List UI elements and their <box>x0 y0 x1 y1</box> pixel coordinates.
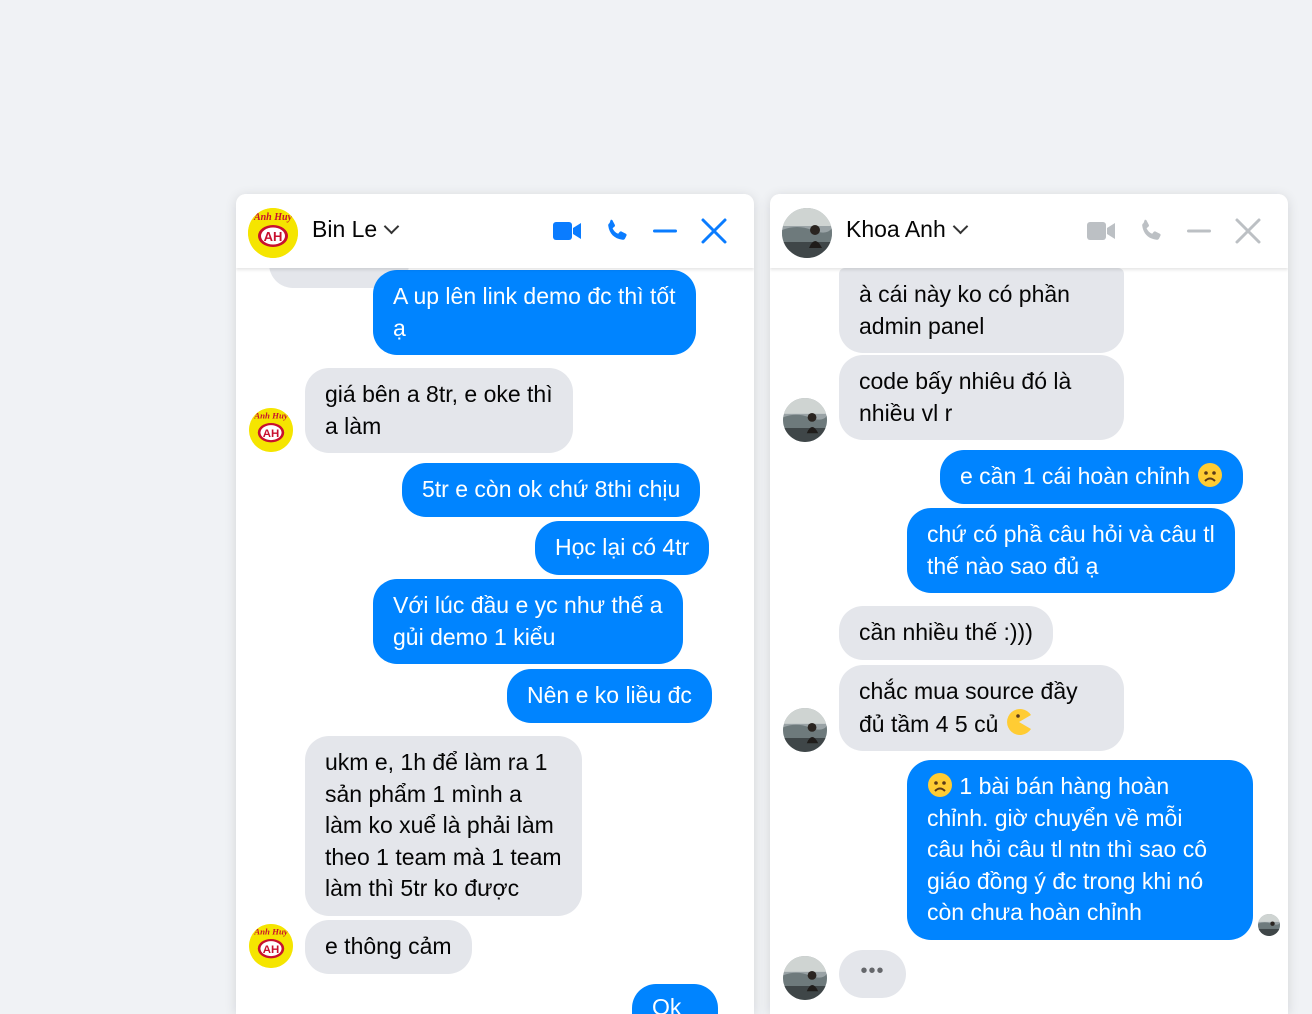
contact-avatar[interactable]: Anh Huy AH <box>248 208 298 258</box>
outgoing-message[interactable]: chứ có phầ câu hỏi và câu tl thế nào sao … <box>907 508 1235 593</box>
message-list[interactable]: à cái này ko có phần admin panel code bấy… <box>770 268 1288 1014</box>
chat-header: Khoa Anh <box>770 194 1288 268</box>
incoming-message[interactable]: chắc mua source đầy đủ tầm 4 5 củ <box>839 665 1124 751</box>
avatar-badge-text: AH <box>264 229 283 244</box>
video-camera-icon <box>1087 222 1115 240</box>
frowning-face-emoji <box>1197 463 1222 487</box>
voice-call-button[interactable] <box>600 214 634 248</box>
contact-avatar-small <box>783 398 827 442</box>
typing-indicator: ••• <box>839 950 906 998</box>
frowning-face-emoji <box>928 773 952 797</box>
minimize-icon <box>1187 229 1211 233</box>
svg-text:Anh Huy: Anh Huy <box>253 411 288 421</box>
contact-avatar-small: Anh Huy AH <box>249 408 293 452</box>
contact-avatar-small <box>783 708 827 752</box>
chevron-down-icon <box>383 218 400 235</box>
message-list[interactable]: A up lên link demo đc thì tốt ạ Anh Huy AH… <box>236 228 754 1014</box>
contact-avatar[interactable] <box>782 208 832 258</box>
incoming-message[interactable]: cần nhiều thế :))) <box>839 606 1053 660</box>
contact-name: Bin Le <box>312 216 378 242</box>
incoming-message[interactable]: code bấy nhiêu đó là nhiều vl r <box>839 355 1124 440</box>
svg-text:AH: AH <box>263 944 280 956</box>
chevron-down-icon <box>952 218 969 235</box>
incoming-message[interactable]: à cái này ko có phần admin panel <box>839 268 1124 353</box>
video-camera-icon <box>553 222 581 240</box>
chat-window-bin-le: Anh Huy AH Bin Le A up lên link demo đc … <box>236 194 754 1014</box>
pacman-emoji <box>1006 708 1031 735</box>
close-icon <box>701 218 727 244</box>
outgoing-message[interactable]: 1 bài bán hàng hoàn chỉnh. giờ chuyển về … <box>907 760 1253 940</box>
contact-name-button[interactable]: Khoa Anh <box>846 216 969 243</box>
outgoing-message[interactable]: Ok <box>632 984 718 1014</box>
incoming-message[interactable]: e thông cảm <box>305 920 472 974</box>
phone-icon <box>608 219 627 240</box>
contact-name: Khoa Anh <box>846 216 946 242</box>
phone-icon <box>1142 219 1161 240</box>
outgoing-message[interactable]: A up lên link demo đc thì tốt ạ <box>373 270 696 355</box>
minimize-icon <box>653 229 677 233</box>
close-button[interactable] <box>1231 214 1265 248</box>
close-button[interactable] <box>697 214 731 248</box>
minimize-button[interactable] <box>648 214 682 248</box>
svg-text:Anh Huy: Anh Huy <box>253 927 288 937</box>
seen-receipt-avatar <box>1258 914 1280 936</box>
outgoing-message[interactable]: Học lại có 4tr <box>535 521 710 575</box>
outgoing-message[interactable]: e cần 1 cái hoàn chỉnh <box>940 450 1243 504</box>
outgoing-message[interactable]: Với lúc đầu e yc như thế a gủi demo 1 kiể… <box>373 579 683 664</box>
outgoing-message[interactable]: 5tr e còn ok chứ 8thi chịu <box>402 463 701 517</box>
chat-header: Anh Huy AH Bin Le <box>236 194 754 268</box>
avatar-arc-text: Anh Huy <box>253 212 293 223</box>
video-call-button[interactable] <box>550 214 584 248</box>
video-call-button[interactable] <box>1084 214 1118 248</box>
outgoing-message[interactable]: Nên e ko liều đc <box>507 669 712 723</box>
svg-text:AH: AH <box>263 428 280 440</box>
incoming-message[interactable]: ukm e, 1h để làm ra 1 sản phẩm 1 mình a là… <box>305 736 582 916</box>
contact-avatar-small <box>783 956 827 1000</box>
contact-name-button[interactable]: Bin Le <box>312 216 400 243</box>
incoming-message[interactable]: giá bên a 8tr, e oke thì a làm <box>305 368 573 453</box>
minimize-button[interactable] <box>1182 214 1216 248</box>
close-icon <box>1235 218 1261 244</box>
voice-call-button[interactable] <box>1134 214 1168 248</box>
contact-avatar-small: Anh Huy AH <box>249 924 293 968</box>
chat-window-khoa-anh: Khoa Anh à cái này ko có phần admin panel… <box>770 194 1288 1014</box>
